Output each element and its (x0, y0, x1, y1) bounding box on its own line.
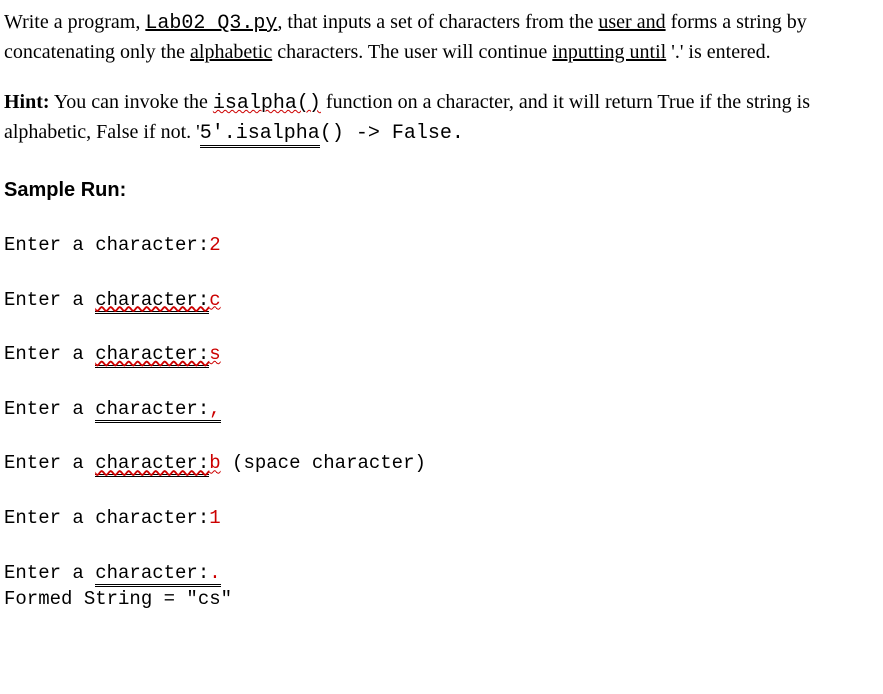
char-word: character: (95, 289, 209, 314)
sample-line-6: Enter a character:1 (4, 505, 879, 532)
text: , that inputs a set of characters from t… (277, 11, 598, 33)
text: alphabetic (190, 41, 272, 63)
prompt: Enter a character: (4, 507, 209, 529)
char-word: character: (95, 452, 209, 477)
hint-paragraph: Hint: You can invoke the isalpha() funct… (4, 88, 879, 148)
prompt-prefix: Enter a (4, 398, 95, 420)
instruction-paragraph: Write a program, Lab02_Q3.py, that input… (4, 8, 879, 66)
user-input: 1 (209, 507, 220, 529)
text: user and (598, 11, 665, 33)
prompt-prefix: Enter a (4, 289, 95, 311)
prompt-prefix: Enter a (4, 562, 95, 584)
sample-line-7: Enter a character:. (4, 560, 879, 587)
char-word: character: (95, 398, 209, 423)
sample-line-2: Enter a character:c (4, 287, 879, 314)
sample-line-1: Enter a character:2 (4, 232, 879, 259)
code-snippet: 5'.isalpha (200, 122, 320, 148)
char-word: character: (95, 562, 209, 587)
sample-line-4: Enter a character:, (4, 396, 879, 423)
char-word: character: (95, 343, 209, 368)
text: () -> False. (320, 122, 464, 145)
sample-line-3: Enter a character:s (4, 341, 879, 368)
formed-string-output: Formed String = "cs" (4, 586, 879, 613)
prompt-prefix: Enter a (4, 452, 95, 474)
filename: Lab02_Q3.py (145, 12, 277, 35)
hint-label: Hint: (4, 91, 50, 113)
user-input: , (209, 398, 220, 423)
text: You can invoke the (50, 91, 213, 113)
text: characters. The user will continue (272, 41, 552, 63)
text: Write a program, (4, 11, 145, 33)
function-name: isalpha() (213, 92, 321, 115)
sample-run-heading: Sample Run: (4, 176, 879, 204)
prompt: Enter a character: (4, 234, 209, 256)
note: (space character) (221, 452, 426, 474)
sample-line-5: Enter a character:b (space character) (4, 450, 879, 477)
prompt-prefix: Enter a (4, 343, 95, 365)
user-input: b (209, 452, 220, 474)
user-input: s (209, 343, 220, 365)
text: '.' is entered. (666, 41, 770, 63)
text: inputting until (552, 41, 666, 63)
user-input: . (209, 562, 220, 587)
user-input: c (209, 289, 220, 311)
user-input: 2 (209, 234, 220, 256)
